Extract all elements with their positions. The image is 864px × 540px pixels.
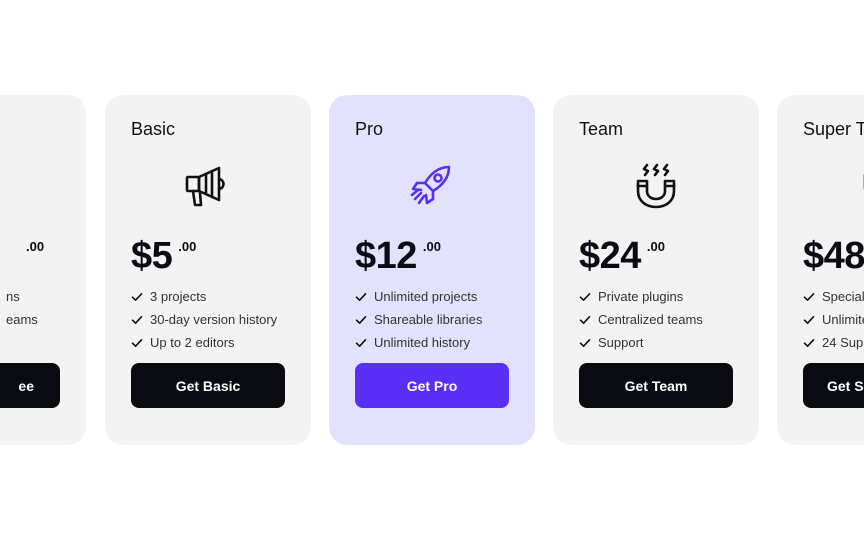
pricing-card-partial-left: .00 ns eams ee [0,95,86,445]
feature-text: eams [6,312,38,327]
feature-list: Special Unlimite 24 Supp [803,285,864,354]
check-icon [579,291,591,303]
plan-title: Pro [355,119,384,139]
price-amount: $48 [803,235,864,277]
price-amount: $5 [131,235,173,277]
feature-item: 30-day version history [131,308,277,331]
plan-price: $12 .00 [355,233,441,279]
plan-price: .00 [0,233,44,279]
feature-text: Centralized teams [598,312,703,327]
feature-text: Up to 2 editors [150,335,235,350]
feature-item: 3 projects [131,285,277,308]
feature-item: Centralized teams [579,308,703,331]
pricing-card-partial-right: Super T $48 Special Unlimite 24 Supp Get… [777,95,864,445]
feature-text: ns [6,289,20,304]
check-icon [803,337,815,349]
check-icon [355,337,367,349]
feature-list: 3 projects 30-day version history Up to … [131,285,277,354]
pricing-card-team: Team $24 .00 Private plugins Centralized … [553,95,759,445]
plan-cta-button[interactable]: ee [0,363,60,408]
get-pro-button[interactable]: Get Pro [355,363,509,408]
check-icon [131,291,143,303]
check-icon [355,291,367,303]
feature-list: ns eams [6,285,38,331]
feature-text: Unlimited projects [374,289,478,304]
price-cents: .00 [178,239,197,254]
pricing-card-pro: Pro $12 .00 Unlimited projects Shareable … [329,95,535,445]
feature-text: Unlimite [822,312,864,327]
plan-cta-button[interactable]: Get S [803,363,864,408]
feature-item: ns [6,285,38,308]
feature-text: 3 projects [150,289,207,304]
get-team-button[interactable]: Get Team [579,363,733,408]
plan-title: Team [579,119,624,139]
get-basic-button[interactable]: Get Basic [131,363,285,408]
plan-title: Super T [803,119,864,139]
price-cents: .00 [646,239,665,254]
feature-item: Special [803,285,864,308]
rocket-icon [405,159,459,213]
check-icon [355,314,367,326]
check-icon [803,314,815,326]
feature-text: Support [598,335,644,350]
pricing-card-basic: Basic $5 .00 3 projects 30-day version hi… [105,95,311,445]
price-amount: $24 [579,235,641,277]
feature-item: Up to 2 editors [131,331,277,354]
check-icon [131,337,143,349]
feature-item: Shareable libraries [355,308,482,331]
feature-item: eams [6,308,38,331]
feature-item: Unlimited history [355,331,482,354]
shield-icon [0,159,10,213]
feature-item: Unlimited projects [355,285,482,308]
price-cents: .00 [422,239,441,254]
plan-price: $24 .00 [579,233,665,279]
feature-text: Special [822,289,864,304]
feature-text: Shareable libraries [374,312,483,327]
check-icon [579,314,591,326]
price-amount: $12 [355,235,417,277]
pricing-carousel: .00 ns eams ee Basic $5 .00 3 projects 30… [0,0,864,540]
plan-price: $48 [803,233,864,279]
feature-list: Private plugins Centralized teams Suppor… [579,285,703,354]
price-cents: .00 [26,239,45,254]
check-icon [131,314,143,326]
feature-item: Unlimite [803,308,864,331]
shield-icon [853,159,864,213]
feature-text: 30-day version history [150,312,278,327]
feature-list: Unlimited projects Shareable libraries U… [355,285,482,354]
feature-item: Private plugins [579,285,703,308]
feature-item: 24 Supp [803,331,864,354]
feature-item: Support [579,331,703,354]
feature-text: Unlimited history [374,335,471,350]
check-icon [579,337,591,349]
megaphone-icon [181,159,235,213]
feature-text: Private plugins [598,289,684,304]
magnet-icon [629,159,683,213]
check-icon [803,291,815,303]
feature-text: 24 Supp [822,335,864,350]
plan-price: $5 .00 [131,233,196,279]
plan-title: Basic [131,119,176,139]
